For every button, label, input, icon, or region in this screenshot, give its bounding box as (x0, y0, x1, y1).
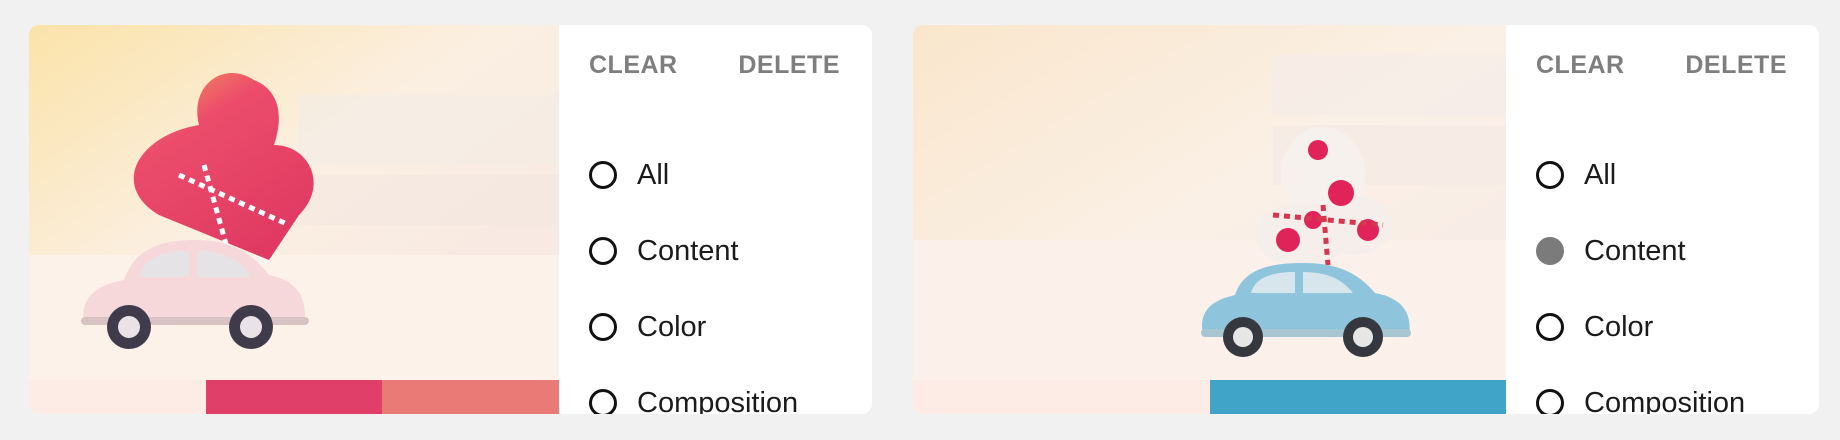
radio-button[interactable] (1536, 389, 1564, 414)
option-label: Composition (637, 386, 799, 415)
blue-car-hearts-image (913, 25, 1506, 380)
option-all[interactable]: All (589, 137, 669, 213)
color-swatches (29, 380, 560, 414)
option-composition[interactable]: Composition (589, 365, 798, 414)
radio-button[interactable] (1536, 237, 1564, 265)
option-color[interactable]: Color (589, 289, 706, 365)
option-content[interactable]: Content (589, 213, 739, 289)
color-swatch (913, 380, 1210, 414)
delete-button[interactable]: DELETE (1685, 51, 1787, 80)
search-card-2: CLEAR DELETE All Content Color Compositi… (913, 25, 1819, 414)
color-swatches (913, 380, 1506, 414)
card-actions: CLEAR DELETE (1536, 51, 1787, 80)
option-label: Composition (1584, 386, 1746, 415)
option-label: All (637, 158, 670, 191)
radio-button[interactable] (589, 389, 617, 414)
card-actions: CLEAR DELETE (589, 51, 840, 80)
option-label: Content (637, 234, 739, 267)
radio-button[interactable] (1536, 313, 1564, 341)
color-swatch (1209, 380, 1506, 414)
option-label: Color (1584, 310, 1654, 343)
option-label: All (1584, 158, 1617, 191)
color-swatch (29, 380, 206, 414)
clear-button[interactable]: CLEAR (589, 51, 678, 80)
radio-button[interactable] (1536, 161, 1564, 189)
color-swatch (205, 380, 383, 414)
option-color[interactable]: Color (1536, 289, 1653, 365)
option-composition[interactable]: Composition (1536, 365, 1745, 414)
card-photo (29, 25, 559, 380)
option-content[interactable]: Content (1536, 213, 1686, 289)
pink-car-heart-image (29, 25, 559, 380)
filter-panel: CLEAR DELETE All Content Color Compositi… (1506, 25, 1819, 414)
radio-button[interactable] (589, 237, 617, 265)
filter-panel: CLEAR DELETE All Content Color Compositi… (559, 25, 872, 414)
delete-button[interactable]: DELETE (738, 51, 840, 80)
clear-button[interactable]: CLEAR (1536, 51, 1625, 80)
option-label: Content (1584, 234, 1686, 267)
search-card-1: CLEAR DELETE All Content Color Compositi… (29, 25, 872, 414)
option-label: Color (637, 310, 707, 343)
radio-button[interactable] (589, 313, 617, 341)
card-photo (913, 25, 1506, 380)
color-swatch (382, 380, 560, 414)
radio-button[interactable] (589, 161, 617, 189)
option-all[interactable]: All (1536, 137, 1616, 213)
